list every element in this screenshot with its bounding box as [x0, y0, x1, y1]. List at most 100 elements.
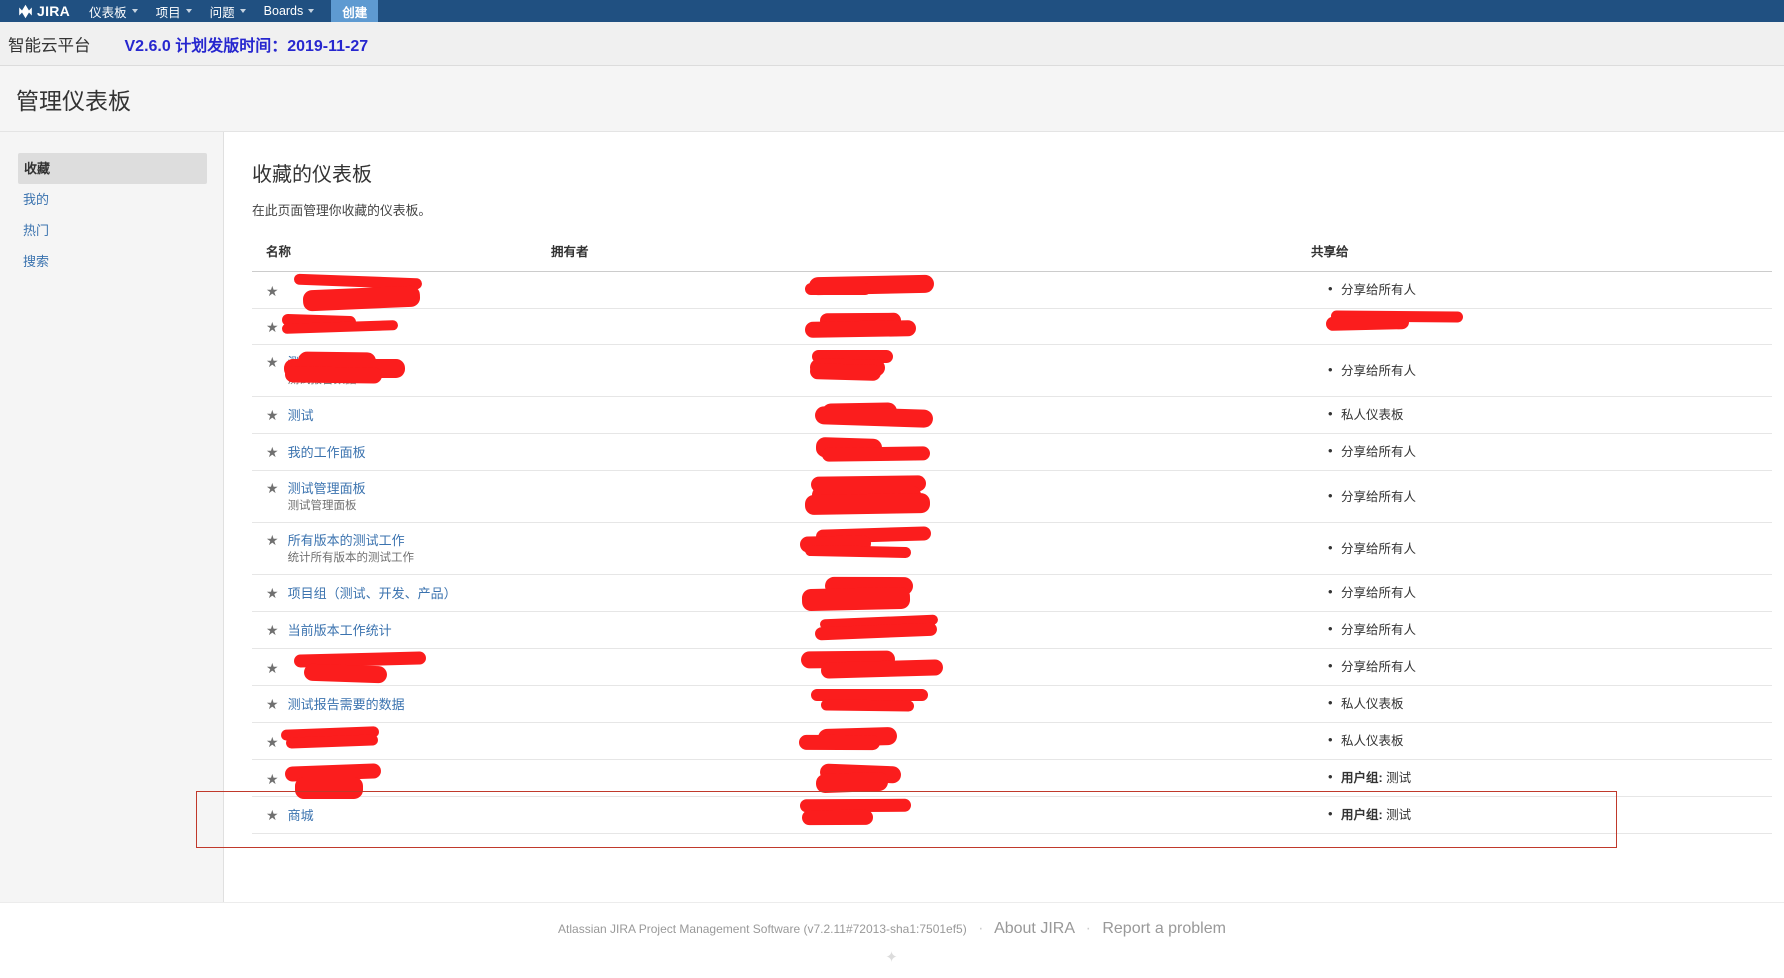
table-header-row: 名称 拥有者 共享给	[252, 241, 1772, 272]
cell-shared: 分享给所有人	[1297, 611, 1772, 649]
table-row[interactable]: ★ 测试 私人仪表板	[252, 396, 1772, 434]
redaction-mark	[814, 406, 934, 428]
cell-name: ★	[252, 722, 537, 760]
create-button[interactable]: 创建	[331, 0, 379, 22]
star-icon[interactable]: ★	[266, 586, 279, 600]
star-icon[interactable]: ★	[266, 772, 279, 786]
redaction-overlay	[804, 474, 995, 516]
cell-name: ★	[252, 759, 537, 799]
table-row[interactable]: ★ 测试报告需要的数据 私人仪表板	[252, 685, 1772, 723]
sidebar-item-popular[interactable]: 热门	[0, 215, 223, 246]
footer-separator: ·	[1085, 920, 1091, 937]
page-footer: Atlassian JIRA Project Management Softwa…	[0, 902, 1784, 978]
redaction-overlay	[282, 651, 512, 684]
star-icon[interactable]: ★	[266, 481, 279, 495]
dashboard-name-link[interactable]: 当前版本工作统计	[288, 622, 392, 639]
shared-scope-value: 分享给所有人	[1341, 283, 1417, 297]
redaction-overlay	[799, 726, 995, 751]
sidebar-item-favourite[interactable]: 收藏	[18, 153, 207, 184]
sidebar-item-search[interactable]: 搜索	[0, 246, 223, 277]
redaction-mark	[821, 445, 931, 461]
table-row[interactable]: ★ 分享给所有人	[252, 648, 1772, 686]
release-version-note[interactable]: V2.6.0 计划发版时间：2019-11-27	[125, 32, 369, 56]
star-icon[interactable]: ★	[266, 355, 279, 369]
cell-shared: 分享给所有人	[1297, 522, 1772, 575]
cell-owner	[537, 396, 1297, 434]
main-content: 收藏的仪表板 在此页面管理你收藏的仪表板。 名称 拥有者 共享给 ★ 分享给所有人…	[196, 132, 1784, 902]
star-icon[interactable]: ★	[266, 445, 279, 459]
dashboard-name-link[interactable]: 测试报告需要的数据	[288, 696, 405, 713]
star-icon[interactable]: ★	[266, 284, 279, 298]
table-row[interactable]: ★ 当前版本工作统计 分享给所有人	[252, 611, 1772, 649]
cell-name: ★ 当前版本工作统计	[252, 611, 537, 649]
table-row[interactable]: ★ 我的工作面板 分享给所有人	[252, 433, 1772, 471]
sidebar-item-mine[interactable]: 我的	[0, 184, 223, 215]
redaction-mark	[804, 493, 930, 516]
star-icon[interactable]: ★	[266, 661, 279, 675]
dashboard-name-link[interactable]: 我的工作面板	[288, 444, 366, 461]
shared-entry: 私人仪表板	[1328, 405, 1772, 424]
table-row[interactable]: ★ 项目组（测试、开发、产品） 分享给所有人	[252, 574, 1772, 612]
dashboard-name-link[interactable]: 测试管理面板	[288, 480, 366, 497]
nav-item-boards-label: Boards	[263, 4, 304, 18]
star-icon[interactable]: ★	[266, 623, 279, 637]
cell-shared: 私人仪表板	[1297, 396, 1772, 434]
cell-name: ★ 所有版本的测试工作 统计所有版本的测试工作	[252, 522, 537, 575]
star-icon[interactable]: ★	[266, 408, 279, 422]
cell-owner	[537, 308, 1297, 345]
dashboard-name-link[interactable]: 所有版本的测试工作	[288, 532, 415, 549]
column-header-shared[interactable]: 共享给	[1297, 241, 1772, 272]
cell-owner	[537, 271, 1297, 309]
top-navigation-bar: JIRA 仪表板 项目 问题 Boards 创建	[0, 0, 1784, 22]
jira-logo[interactable]: JIRA	[0, 0, 80, 22]
cell-owner	[537, 611, 1297, 649]
shared-scope-value: 分享给所有人	[1341, 445, 1417, 459]
redaction-overlay	[799, 526, 995, 558]
table-row[interactable]: ★ 用户组: 测试	[252, 759, 1772, 799]
table-row[interactable]: ★	[252, 308, 1772, 345]
star-icon[interactable]: ★	[266, 808, 279, 822]
nav-item-projects[interactable]: 项目	[147, 0, 201, 22]
jira-logo-icon	[18, 4, 33, 19]
cell-shared	[1297, 308, 1772, 345]
cell-shared: 私人仪表板	[1297, 722, 1772, 760]
content-description: 在此页面管理你收藏的仪表板。	[252, 203, 432, 218]
cell-shared: 分享给所有人	[1297, 648, 1772, 686]
chevron-down-icon	[131, 9, 138, 13]
star-icon[interactable]: ★	[266, 697, 279, 711]
table-row[interactable]: ★ 所有版本的测试工作统计所有版本的测试工作 分享给所有人	[252, 522, 1772, 575]
nav-item-boards[interactable]: Boards	[255, 0, 324, 22]
cell-name: ★ 我的工作面板	[252, 433, 537, 471]
redaction-mark	[820, 659, 944, 679]
table-row[interactable]: ★测试管理面板测试管理面板分享给所有人	[252, 470, 1772, 523]
cell-name: ★ 测试管理面板 测试管理面板	[252, 470, 537, 523]
star-icon[interactable]: ★	[266, 735, 279, 749]
column-header-name[interactable]: 名称	[252, 241, 537, 272]
cell-shared: 用户组: 测试	[1297, 796, 1772, 834]
table-row[interactable]: ★ 私人仪表板	[252, 722, 1772, 760]
dashboard-name-link[interactable]: 项目组（测试、开发、产品）	[288, 585, 457, 602]
star-icon[interactable]: ★	[266, 320, 279, 334]
table-row[interactable]: ★ 商城 用户组: 测试	[252, 796, 1772, 834]
footer-link-report-problem[interactable]: Report a problem	[1102, 920, 1226, 937]
cell-shared: 分享给所有人	[1297, 344, 1772, 397]
cell-shared: 分享给所有人	[1297, 433, 1772, 471]
nav-item-dashboards[interactable]: 仪表板	[80, 0, 147, 22]
table-row[interactable]: ★测试测试报告数据 分享给所有人	[252, 344, 1772, 397]
cell-owner	[537, 722, 1297, 760]
shared-scope-value: 分享给所有人	[1341, 623, 1417, 637]
page-header: 管理仪表板	[0, 66, 1784, 132]
cell-name: ★ 项目组（测试、开发、产品）	[252, 574, 537, 612]
shared-scope-value: 分享给所有人	[1341, 660, 1417, 674]
footer-link-about-jira[interactable]: About JIRA	[994, 920, 1074, 937]
redaction-overlay	[805, 401, 995, 428]
redaction-overlay	[282, 763, 512, 799]
cell-name: ★	[252, 308, 537, 345]
star-icon[interactable]: ★	[266, 533, 279, 547]
redaction-overlay	[800, 650, 995, 679]
column-header-owner[interactable]: 拥有者	[537, 241, 1297, 272]
dashboard-name-link[interactable]: 商城	[288, 807, 314, 824]
table-row[interactable]: ★ 分享给所有人	[252, 271, 1772, 312]
dashboard-name-link[interactable]: 测试	[288, 407, 314, 424]
nav-item-issues[interactable]: 问题	[201, 0, 255, 22]
